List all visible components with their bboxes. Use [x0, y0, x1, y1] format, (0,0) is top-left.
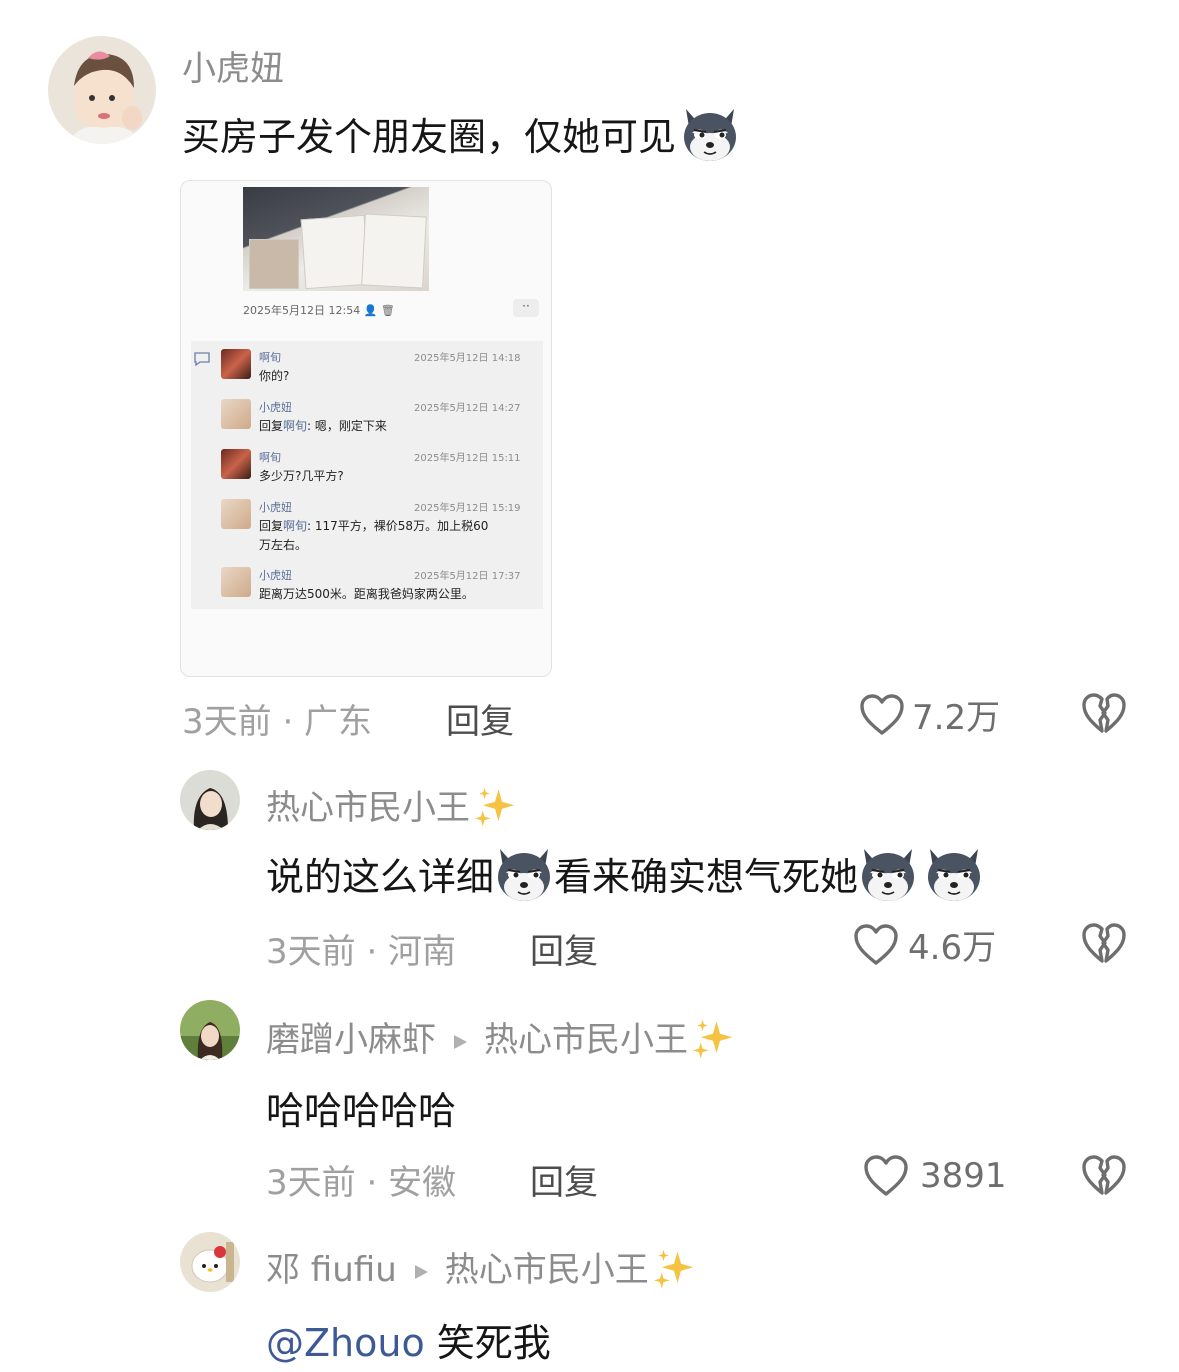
comment-time-location: 3天前 · 安徽	[266, 1163, 457, 1203]
screenshot-more-button: ··	[513, 299, 539, 317]
reply-button[interactable]: 回复	[530, 924, 598, 973]
screenshot-comment-time: 2025年5月12日 17:37	[414, 571, 521, 582]
screenshot-comment-list: 啊旬 2025年5月12日 14:18 你的? 小虎妞 2025年5月12日 1…	[191, 341, 543, 609]
reply-button[interactable]: 回复	[446, 694, 514, 743]
screenshot-comment-text: 回复啊旬: 117平方，裸价58万。加上税60 万左右。	[259, 519, 489, 552]
screenshot-comment-time: 2025年5月12日 14:18	[414, 353, 521, 364]
husky-dog-emoji-icon	[924, 845, 984, 905]
sparkles-icon	[474, 786, 516, 828]
comment-bubble-icon	[194, 352, 210, 367]
comment-text: 哈哈哈哈哈	[266, 1089, 457, 1133]
reply-to-username[interactable]: 热心市民小王	[445, 1250, 649, 1290]
comment-text: 说的这么详细 看来确实想气死她	[266, 846, 984, 905]
screenshot-comment: 小虎妞 2025年5月12日 14:27 回复啊旬: 嗯，刚定下来	[221, 399, 541, 439]
avatar[interactable]	[180, 770, 240, 830]
comment-image[interactable]: 2025年5月12日 12:54 👤 🗑 ·· 啊旬 2025年5月12日 14…	[180, 180, 552, 677]
comment-text-body: 看来确实想气死她	[554, 855, 859, 899]
like-button[interactable]: 4.6万	[852, 920, 996, 969]
sparkles-icon	[653, 1248, 695, 1290]
comment-username[interactable]: 热心市民小王	[266, 780, 516, 829]
screenshot-comment-text: 多少万?几平方?	[259, 469, 344, 483]
avatar	[221, 567, 251, 597]
comment-time-location: 3天前 · 广东	[182, 702, 373, 742]
like-count: 3891	[920, 1156, 1007, 1196]
husky-dog-emoji-icon	[680, 105, 740, 165]
avatar[interactable]	[48, 36, 156, 144]
screenshot-comment-text: 你的?	[259, 369, 290, 383]
screenshot-comment-text: 距离万达500米。距离我爸妈家两公里。	[259, 587, 474, 601]
screenshot-comment: 小虎妞 2025年5月12日 15:19 回复啊旬: 117平方，裸价58万。加…	[221, 499, 541, 557]
like-button[interactable]: 7.2万	[858, 690, 1000, 739]
heart-outline-icon	[852, 921, 900, 969]
screenshot-comment-name: 小虎妞	[259, 569, 292, 582]
like-count: 4.6万	[908, 928, 997, 968]
heart-outline-icon	[858, 691, 906, 739]
reply-button[interactable]: 回复	[530, 1155, 598, 1204]
comment-username-text: 热心市民小王	[266, 788, 470, 828]
reply-arrow-icon	[411, 1262, 431, 1282]
reply-arrow-icon	[450, 1032, 470, 1052]
screenshot-comment: 啊旬 2025年5月12日 15:11 多少万?几平方?	[221, 449, 541, 489]
avatar	[221, 499, 251, 529]
like-count: 7.2万	[912, 698, 1001, 738]
screenshot-comment: 啊旬 2025年5月12日 14:18 你的?	[221, 349, 541, 389]
screenshot-comment-name: 小虎妞	[259, 501, 292, 514]
avatar[interactable]	[180, 1000, 240, 1060]
avatar[interactable]	[180, 1232, 240, 1292]
mention-link[interactable]: @Zhouo	[266, 1321, 425, 1365]
avatar	[221, 399, 251, 429]
comment-text-body: 买房子发个朋友圈，仅她可见	[182, 115, 677, 159]
broken-heart-icon[interactable]	[1080, 920, 1128, 968]
screenshot-post-date: 2025年5月12日 12:54 👤 🗑	[243, 304, 395, 317]
comment-text-body: 说的这么详细	[266, 855, 495, 899]
broken-heart-icon[interactable]	[1080, 690, 1128, 738]
screenshot-comment-name: 啊旬	[259, 351, 281, 364]
comment-username[interactable]: 小虎妞	[182, 41, 284, 90]
screenshot-comment-name: 小虎妞	[259, 401, 292, 414]
husky-dog-emoji-icon	[858, 845, 918, 905]
screenshot-comment-name: 啊旬	[259, 451, 281, 464]
husky-dog-emoji-icon	[494, 845, 554, 905]
reply-to-username[interactable]: 热心市民小王	[484, 1020, 688, 1060]
screenshot-comment: 小虎妞 2025年5月12日 17:37 距离万达500米。距离我爸妈家两公里。	[221, 567, 541, 607]
comment-username-text: 磨蹭小麻虾	[266, 1020, 436, 1060]
screenshot-comment-time: 2025年5月12日 14:27	[414, 403, 521, 414]
avatar	[221, 449, 251, 479]
comment-username[interactable]: 磨蹭小麻虾 热心市民小王	[266, 1012, 734, 1061]
comment-text: 买房子发个朋友圈，仅她可见	[182, 106, 740, 165]
screenshot-photo	[243, 187, 429, 291]
screenshot-comment-time: 2025年5月12日 15:19	[414, 503, 521, 514]
comment-time-location: 3天前 · 河南	[266, 932, 457, 972]
comment-text-body: 笑死我	[436, 1321, 551, 1365]
avatar	[221, 349, 251, 379]
screenshot-comment-text: 回复啊旬: 嗯，刚定下来	[259, 419, 387, 433]
comment-text: @Zhouo 笑死我	[266, 1312, 551, 1367]
sparkles-icon	[692, 1018, 734, 1060]
broken-heart-icon[interactable]	[1080, 1152, 1128, 1200]
comment-username[interactable]: 邓 fiufiu 热心市民小王	[266, 1242, 695, 1291]
screenshot-comment-time: 2025年5月12日 15:11	[414, 453, 521, 464]
comment-username-text: 邓 fiufiu	[266, 1250, 397, 1290]
heart-outline-icon	[862, 1152, 910, 1200]
like-button[interactable]: 3891	[862, 1152, 1007, 1200]
